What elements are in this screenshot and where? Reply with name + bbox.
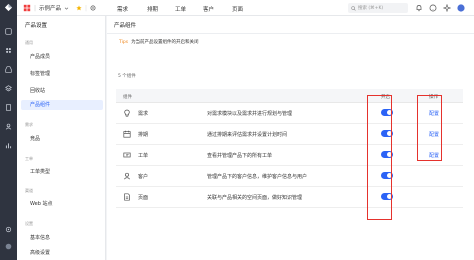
separator: | (85, 4, 88, 12)
chart-icon[interactable] (5, 142, 12, 149)
component-description: 查看并管理产品下的所有工单 (207, 153, 273, 159)
component-name: 客户 (138, 174, 149, 180)
document-icon[interactable] (5, 104, 12, 111)
highlight-box-actions (417, 95, 442, 161)
component-description: 关联与产品相关的空间页面，做好知识管理 (207, 195, 303, 201)
sidebar-item-basic-info[interactable]: 基本信息 (21, 233, 103, 243)
table-header: 组件 开启 操作 (116, 89, 463, 103)
component-description: 通过排期来评估需求并设置计划时间 (207, 132, 288, 138)
component-name: 排期 (138, 132, 149, 138)
apps-icon[interactable] (5, 47, 12, 54)
settings-gear-icon[interactable] (90, 5, 96, 11)
nav-requirements[interactable]: 需求 (117, 5, 128, 13)
separator: | (34, 4, 37, 12)
sidebar-group-requirements: 需求 (25, 122, 33, 127)
sparkle-icon[interactable] (443, 4, 451, 12)
component-description: 对需求模块以及需求并进行规划与管理 (207, 111, 293, 117)
table-row: 客户 管理产品下的客户信息，维护客户信息与用户 (116, 166, 463, 187)
settings-sidebar: 产品设置 通用 产品成员 标签管理 回收站 产品组件 需求 竞品 工单 工单类型… (17, 16, 106, 260)
sidebar-item-recycle-bin[interactable]: 回收站 (21, 86, 103, 96)
sidebar-item-tags[interactable]: 标签管理 (21, 69, 103, 79)
tip-banner: Tips 为当前产品设置组件的开启和关闭 (119, 39, 199, 46)
search-placeholder: 搜索 (⌘+K) (358, 6, 384, 11)
home-icon[interactable] (5, 28, 12, 35)
component-name: 页面 (138, 195, 149, 201)
user-avatar-icon[interactable] (5, 243, 12, 250)
product-grid-icon (23, 4, 31, 12)
chevron-down-icon (64, 7, 69, 10)
sidebar-item-web-site[interactable]: Web 站点 (21, 199, 103, 209)
sidebar-item-members[interactable]: 产品成员 (21, 52, 103, 62)
search-icon (351, 5, 356, 11)
sidebar-item-advanced[interactable]: 高级设置 (21, 248, 103, 258)
page-icon (124, 193, 130, 201)
table-row: 需求 对需求模块以及需求并进行规划与管理 配置 (116, 103, 463, 124)
sidebar-group-channels: 渠道 (25, 188, 33, 193)
component-count: 5 个组件 (118, 74, 136, 79)
sidebar-group-settings: 设置 (25, 221, 33, 226)
help-icon[interactable] (429, 4, 437, 12)
app-rail (0, 0, 17, 260)
settings-icon[interactable] (5, 226, 12, 233)
layers-icon[interactable] (5, 85, 12, 92)
nav-schedule[interactable]: 排期 (147, 5, 158, 13)
component-description: 管理产品下的客户信息，维护客户信息与用户 (207, 174, 308, 180)
user-icon (123, 172, 131, 180)
tip-text: 为当前产品设置组件的开启和关闭 (131, 40, 199, 45)
bulb-icon (124, 109, 130, 117)
product-name: 示例产品 (39, 6, 62, 12)
avatar-icon[interactable] (457, 4, 465, 12)
nav-pages[interactable]: 页面 (232, 5, 243, 13)
component-name: 需求 (138, 111, 149, 117)
component-name: 工单 (138, 153, 149, 159)
inbox-icon[interactable] (5, 66, 12, 73)
highlight-box-toggles (367, 95, 392, 220)
sidebar-item-competitors[interactable]: 竞品 (21, 134, 103, 144)
sidebar-item-ticket-types[interactable]: 工单类型 (21, 167, 103, 177)
table-row: 排期 通过排期来评估需求并设置计划时间 配置 (116, 124, 463, 145)
calendar-icon (123, 130, 131, 138)
nav-customers[interactable]: 客户 (203, 5, 214, 13)
sidebar-item-components[interactable]: 产品组件 (21, 100, 103, 110)
nav-tickets[interactable]: 工单 (175, 5, 186, 13)
sidebar-title: 产品设置 (25, 23, 48, 29)
divider (107, 33, 474, 34)
bell-icon[interactable] (415, 4, 423, 12)
page-title: 产品组件 (114, 23, 137, 29)
main-content: 产品组件 Tips 为当前产品设置组件的开启和关闭 5 个组件 组件 开启 操作… (107, 16, 474, 260)
sidebar-group-tickets: 工单 (25, 156, 33, 161)
people-icon[interactable] (5, 123, 12, 130)
table-row: 页面 关联与产品相关的空间页面，做好知识管理 (116, 187, 463, 208)
column-component: 组件 (123, 95, 132, 100)
search-input[interactable]: 搜索 (⌘+K) (348, 3, 408, 13)
star-icon[interactable] (76, 5, 82, 11)
top-bar: | 示例产品 | 需求 排期 工单 客户 页面 搜索 (⌘+K) (17, 0, 474, 16)
tip-tag: Tips (119, 39, 129, 45)
sidebar-group-general: 通用 (25, 40, 33, 45)
app-logo-icon[interactable] (4, 3, 13, 12)
product-switcher[interactable]: | 示例产品 | (23, 3, 96, 13)
ticket-icon (123, 152, 131, 158)
table-row: 工单 查看并管理产品下的所有工单 配置 (116, 145, 463, 166)
